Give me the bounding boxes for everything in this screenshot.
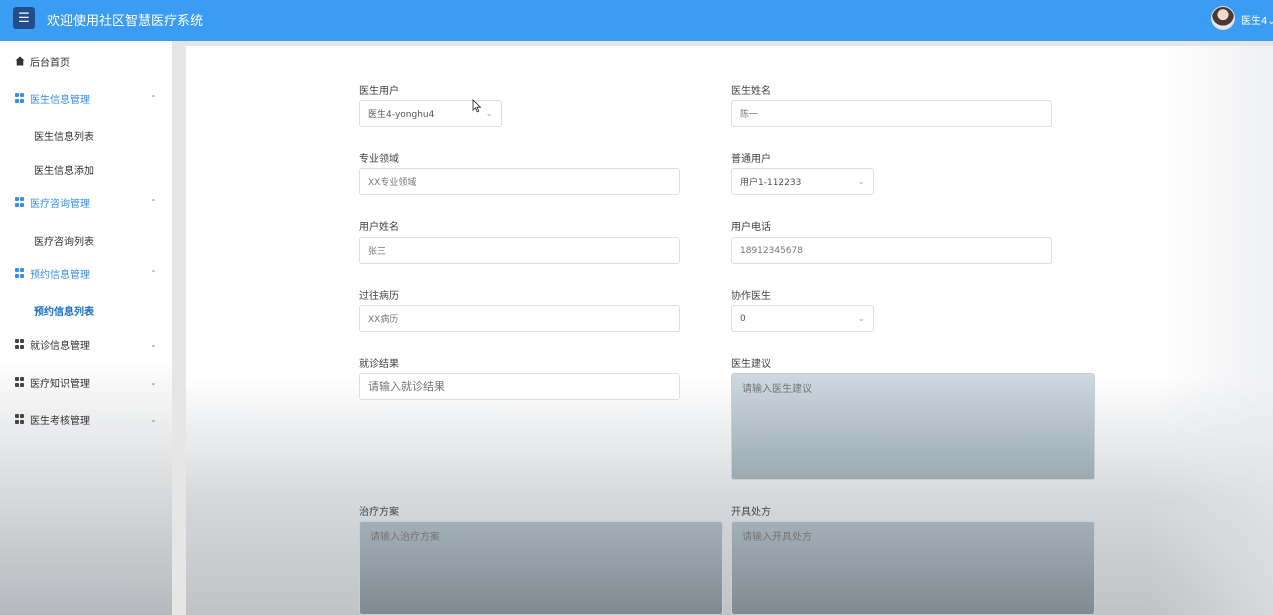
chevron-down-icon: ⌄ [1267,16,1273,27]
user-avatar[interactable] [1211,6,1235,30]
menu-toggle-button[interactable]: ☰ [13,7,35,29]
assist-doctor-select[interactable]: 0 ⌄ [731,305,874,332]
history-input[interactable] [359,305,680,332]
assist-doctor-value: 0 [740,313,746,324]
normal-user-value: 用户1-112233 [740,178,802,188]
chevron-down-icon: ⌄ [485,109,493,119]
mouse-cursor-icon [472,99,482,113]
sidebar-item-doctor-add[interactable]: 医生信息添加 [34,162,94,177]
sidebar-group-visit[interactable]: 就诊信息管理 ⌄ [0,332,172,356]
sidebar-group-doctor-info[interactable]: 医生信息管理 ⌃ [0,86,172,110]
dashboard-icon [15,414,25,424]
home-icon [15,56,25,66]
chevron-up-icon: ⌃ [150,197,157,207]
sidebar-item-doctor-list[interactable]: 医生信息列表 [34,128,94,143]
normal-user-select[interactable]: 用户1-112233 ⌄ [731,168,874,195]
sidebar-item-label: 后台首页 [30,57,70,69]
result-label: 就诊结果 [359,359,399,370]
specialty-label: 专业领域 [359,154,399,165]
sidebar-item-appointment-list[interactable]: 预约信息列表 [34,303,94,318]
user-name-input[interactable] [359,237,680,264]
sidebar-item-consult-list[interactable]: 医疗咨询列表 [34,233,94,248]
sidebar-group-knowledge[interactable]: 医疗知识管理 ⌄ [0,370,172,394]
doctor-user-label: 医生用户 [359,86,399,97]
prescription-label: 开具处方 [731,507,771,518]
sidebar-group-label: 医生考核管理 [30,415,90,427]
app-title: 欢迎使用社区智慧医疗系统 [47,14,204,29]
top-header: ☰ 欢迎使用社区智慧医疗系统 医生4⌄ [0,0,1273,41]
history-label: 过往病历 [359,291,399,302]
specialty-input[interactable] [359,168,680,195]
dashboard-icon [15,197,25,207]
sidebar-group-consult[interactable]: 医疗咨询管理 ⌃ [0,190,172,214]
chevron-up-icon: ⌃ [150,93,157,103]
assist-doctor-label: 协作医生 [731,291,771,302]
sidebar-group-label: 就诊信息管理 [30,340,90,352]
user-phone-label: 用户电话 [731,222,771,233]
hamburger-icon: ☰ [18,10,30,26]
doctor-name-input[interactable] [731,100,1052,127]
advice-textarea[interactable] [731,373,1095,480]
normal-user-label: 普通用户 [731,154,771,165]
sidebar-group-appointment[interactable]: 预约信息管理 ⌃ [0,261,172,285]
user-name-label: 用户姓名 [359,222,399,233]
sidebar-group-assessment[interactable]: 医生考核管理 ⌄ [0,407,172,431]
sidebar-group-label: 预约信息管理 [30,269,90,281]
doctor-name-label: 医生姓名 [731,86,771,97]
sidebar-group-label: 医生信息管理 [30,94,90,106]
dashboard-icon [15,268,25,278]
chevron-down-icon: ⌄ [150,377,157,387]
chevron-down-icon: ⌄ [857,314,865,324]
dashboard-icon [15,93,25,103]
user-phone-input[interactable] [731,237,1052,264]
dashboard-icon [15,339,25,349]
advice-label: 医生建议 [731,359,771,370]
plan-textarea[interactable] [359,521,723,615]
plan-label: 治疗方案 [359,507,399,518]
chevron-down-icon: ⌄ [150,339,157,349]
user-name-label: 医生4 [1241,16,1268,27]
prescription-textarea[interactable] [731,521,1095,615]
sidebar-group-label: 医疗知识管理 [30,378,90,390]
result-input[interactable] [359,373,680,400]
user-menu[interactable]: 医生4⌄ [1241,12,1273,27]
sidebar: 后台首页 医生信息管理 ⌃ 医生信息列表 医生信息添加 医疗咨询管理 ⌃ 医疗咨… [0,41,172,615]
chevron-up-icon: ⌃ [150,268,157,278]
doctor-user-value: 医生4-yonghu4 [368,110,435,120]
sidebar-item-home[interactable]: 后台首页 [0,49,172,73]
chevron-down-icon: ⌄ [857,177,865,187]
chevron-down-icon: ⌄ [150,414,157,424]
dashboard-icon [15,377,25,387]
form-panel [186,46,1273,615]
sidebar-group-label: 医疗咨询管理 [30,198,90,210]
